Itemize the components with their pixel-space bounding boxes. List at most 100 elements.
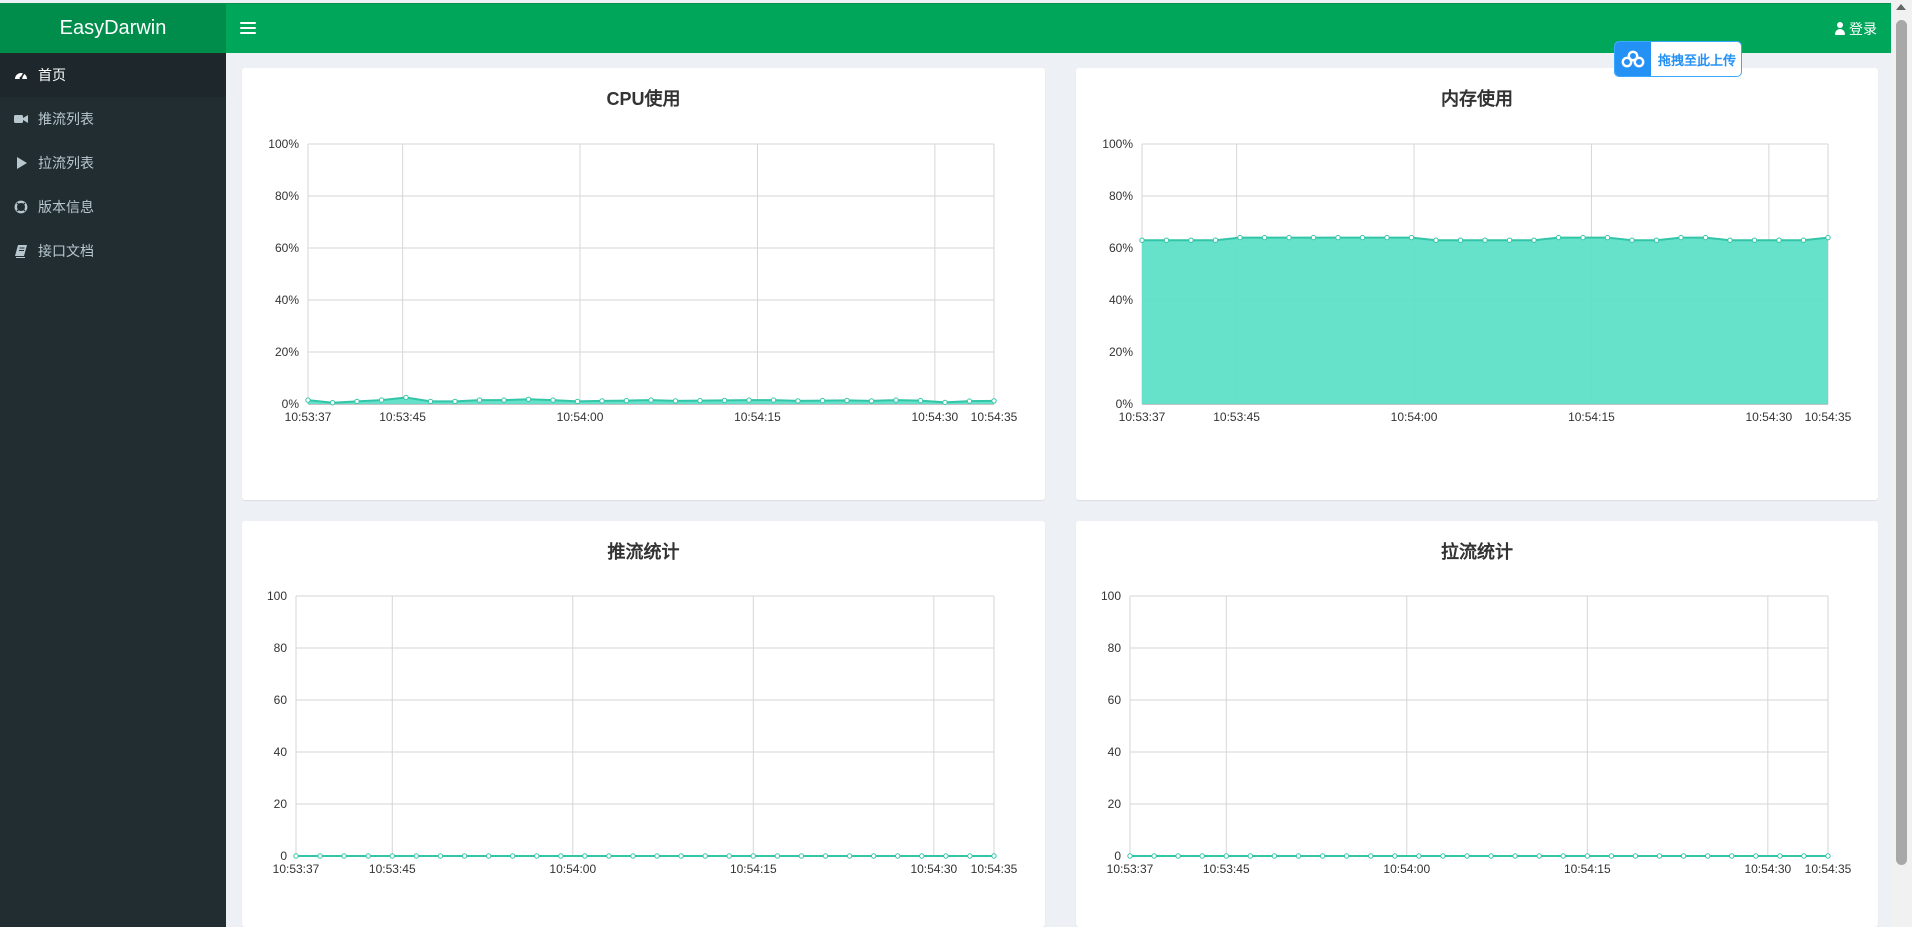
data-point	[574, 398, 581, 405]
scroll-up-arrow-icon[interactable]	[1896, 4, 1906, 10]
data-point	[1440, 853, 1446, 859]
data-point	[305, 397, 311, 403]
y-tick-label: 60%	[275, 241, 299, 255]
data-point	[1656, 853, 1663, 859]
data-point	[697, 397, 703, 404]
data-point	[1629, 237, 1635, 243]
x-tick-label: 10:54:15	[734, 410, 781, 424]
memory-usage-chart: 0% 20% 40% 60% 80% 100% 10:53:37 10:53:45 10:54:…	[1102, 137, 1852, 424]
top-header: EasyDarwin 登录	[0, 3, 1891, 53]
hamburger-icon-bar	[240, 27, 256, 29]
y-tick-label: 80%	[1109, 189, 1133, 203]
data-point	[1199, 853, 1205, 859]
sidebar-toggle-button[interactable]	[240, 17, 256, 39]
data-point	[678, 853, 684, 859]
y-tick-label: 20	[1108, 797, 1122, 811]
data-point	[1457, 237, 1464, 243]
data-point	[293, 853, 299, 859]
sidebar-item-version-info[interactable]: 版本信息	[0, 185, 226, 229]
data-point	[1223, 853, 1230, 859]
login-label: 登录	[1849, 20, 1877, 37]
data-point	[365, 853, 371, 859]
app-logo[interactable]: EasyDarwin	[0, 4, 226, 53]
data-point	[1776, 237, 1782, 243]
x-tick-label: 10:54:00	[557, 410, 604, 424]
sidebar-item-label: 首页	[38, 67, 66, 83]
data-point	[525, 396, 532, 402]
data-point	[1727, 237, 1733, 243]
data-point	[378, 397, 385, 403]
x-tick-label: 10:53:45	[379, 410, 426, 424]
data-point	[1464, 853, 1470, 859]
data-point	[317, 853, 323, 859]
data-point	[1777, 853, 1783, 859]
memory-usage-panel: 内存使用 0% 20% 40% 60% 80% 100% 10:53:37 10:53:45 1…	[1076, 68, 1878, 500]
x-tick-label: 10:54:00	[549, 862, 596, 876]
data-point	[606, 853, 612, 859]
data-point	[721, 397, 728, 404]
data-point	[582, 853, 588, 859]
data-point	[1212, 237, 1219, 243]
data-point	[1753, 853, 1759, 859]
login-link[interactable]: 登录	[1835, 4, 1877, 53]
sidebar-item-api-docs[interactable]: 接口文档	[0, 229, 226, 273]
data-point	[966, 398, 973, 404]
data-point	[750, 853, 756, 859]
series-area	[1142, 237, 1828, 404]
push-stats-chart: 0 20 40 60 80 100 10:53:37 10:53:45 10:54:00 10:5…	[267, 589, 1018, 876]
drag-upload-widget[interactable]: 拖拽至此上传	[1614, 41, 1742, 77]
scrollbar-thumb[interactable]	[1896, 20, 1907, 865]
data-point	[1271, 853, 1278, 859]
y-tick-label: 100%	[268, 137, 299, 151]
data-point	[1343, 853, 1350, 859]
y-tick-label: 100%	[1102, 137, 1133, 151]
y-tick-label: 60	[274, 693, 288, 707]
y-tick-label: 100	[1101, 589, 1121, 603]
data-point	[770, 397, 777, 403]
data-point	[1729, 853, 1735, 859]
data-point	[1139, 237, 1145, 243]
y-tick-label: 20%	[1109, 345, 1133, 359]
data-point	[1310, 234, 1317, 241]
data-point	[630, 853, 636, 859]
data-point	[1506, 237, 1513, 243]
data-point	[654, 853, 660, 859]
data-point	[1531, 237, 1537, 243]
data-point	[476, 397, 483, 403]
x-tick-label: 10:54:35	[1805, 410, 1852, 424]
book-icon	[14, 244, 28, 258]
sidebar-item-label: 接口文档	[38, 243, 94, 259]
x-tick-label: 10:54:15	[1568, 410, 1615, 424]
sidebar-item-home[interactable]: 首页	[0, 53, 226, 97]
data-point	[1368, 853, 1374, 859]
data-point	[501, 397, 507, 403]
sidebar-item-push-list[interactable]: 推流列表	[0, 97, 226, 141]
data-point	[1175, 853, 1181, 859]
data-point	[1825, 853, 1831, 859]
video-camera-icon	[14, 112, 28, 126]
data-point	[354, 398, 360, 405]
y-tick-label: 80	[1108, 641, 1122, 655]
hamburger-icon-bar	[240, 22, 256, 24]
data-point	[1580, 234, 1586, 241]
data-point	[795, 398, 801, 404]
x-tick-label: 10:54:00	[1383, 862, 1430, 876]
y-tick-label: 60%	[1109, 241, 1133, 255]
y-tick-label: 100	[267, 589, 287, 603]
y-tick-label: 40	[1108, 745, 1122, 759]
x-tick-label: 10:54:30	[1746, 410, 1793, 424]
data-point	[1555, 234, 1562, 241]
x-tick-label: 10:54:00	[1391, 410, 1438, 424]
data-point	[550, 397, 556, 403]
data-point	[1416, 853, 1422, 859]
sidebar-item-label: 推流列表	[38, 111, 94, 127]
data-point	[1825, 234, 1831, 241]
page-scrollbar[interactable]	[1891, 0, 1912, 927]
y-tick-label: 0%	[1116, 397, 1134, 411]
sidebar-item-pull-list[interactable]: 拉流列表	[0, 141, 226, 185]
y-tick-label: 80%	[275, 189, 299, 203]
life-ring-icon	[14, 200, 28, 214]
data-point	[485, 853, 492, 859]
data-point	[341, 853, 347, 859]
data-point	[868, 398, 875, 404]
